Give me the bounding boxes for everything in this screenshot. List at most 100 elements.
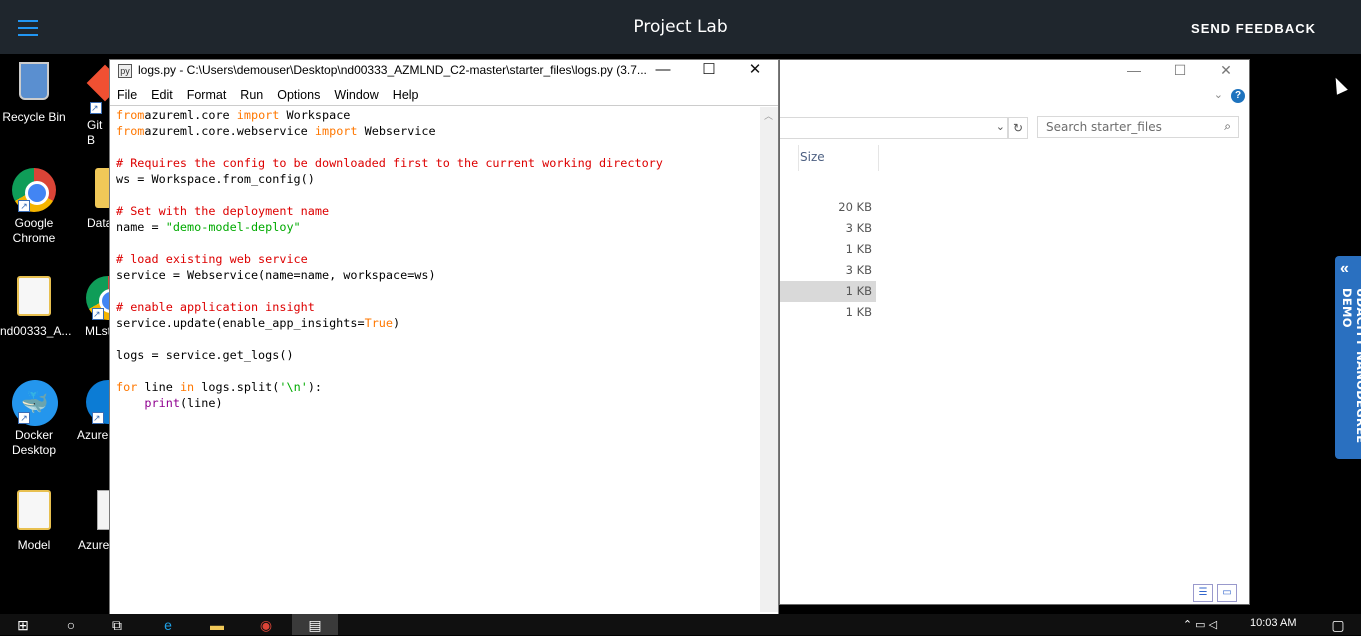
chrome-taskbar-icon[interactable]: ◉ [243, 614, 289, 635]
menu-help[interactable]: Help [386, 84, 426, 105]
code-line[interactable]: ws = Workspace.from_config() [116, 171, 760, 187]
code-token: service.update(enable_app_insights= [116, 316, 365, 330]
desktop-icon-git-bash[interactable]: ↗ Git B [70, 62, 110, 148]
desktop-icon-label: Docker Desktop [11, 428, 57, 457]
menu-format[interactable]: Format [180, 84, 234, 105]
file-size-cell[interactable]: 3 KB [780, 218, 876, 239]
close-button[interactable]: ✕ [1203, 60, 1249, 82]
docker-icon: 🐳 ↗ [12, 380, 58, 426]
explorer-window-controls: — ☐ ✕ [1111, 60, 1249, 82]
menu-edit[interactable]: Edit [144, 84, 180, 105]
address-bar[interactable]: ⌄ [780, 117, 1008, 139]
code-token: (line) [179, 396, 223, 410]
code-line[interactable]: service.update(enable_app_insights=True) [116, 315, 760, 331]
desktop-icon-label: Azure [78, 538, 110, 552]
code-line[interactable]: # Set with the deployment name [116, 203, 760, 219]
code-line[interactable] [116, 235, 760, 251]
file-explorer-icon[interactable]: ▬ [194, 614, 240, 635]
code-token: # Set with the deployment name [116, 204, 330, 218]
desktop-icon-label: Git B [87, 118, 103, 147]
desktop-icon-recycle-bin[interactable]: Recycle Bin [0, 62, 68, 125]
large-icons-view-icon[interactable]: ▭ [1217, 584, 1237, 602]
internet-explorer-icon[interactable]: e [145, 614, 191, 635]
code-line[interactable]: print(line) [116, 395, 760, 411]
chevron-down-icon[interactable]: ⌄ [996, 120, 1005, 133]
code-line[interactable]: logs = service.get_logs() [116, 347, 760, 363]
code-line[interactable] [116, 187, 760, 203]
desktop-icon-chrome[interactable]: ↗ Google Chrome [0, 168, 68, 246]
column-divider [798, 145, 799, 171]
code-line[interactable]: for line in logs.split('\n'): [116, 379, 760, 395]
code-line[interactable] [116, 283, 760, 299]
maximize-button[interactable]: ☐ [686, 60, 732, 82]
code-line[interactable]: service = Webservice(name=name, workspac… [116, 267, 760, 283]
desktop-icon-label: Recycle Bin [2, 110, 66, 124]
document-icon [90, 490, 110, 534]
help-icon[interactable]: ? [1231, 89, 1245, 103]
code-token: # enable application insight [116, 300, 315, 314]
chevron-down-icon[interactable]: ⌄ [1214, 88, 1223, 101]
desktop-icon-label: MLst [85, 324, 110, 338]
menu-file[interactable]: File [110, 84, 144, 105]
menu-options[interactable]: Options [270, 84, 327, 105]
desktop-icon-label: nd00333_A... [0, 324, 72, 338]
clock[interactable]: 10:03 AM [1250, 617, 1296, 629]
code-line[interactable]: fromazureml.core import Workspace [116, 107, 760, 123]
file-size-cell[interactable]: 20 KB [780, 197, 876, 218]
maximize-button[interactable]: ☐ [1157, 60, 1203, 82]
notifications-icon[interactable]: ▢ [1315, 614, 1361, 635]
code-token: service = Webservice(name=name, workspac… [116, 268, 436, 282]
task-view-icon[interactable]: ⧉ [94, 614, 140, 635]
window-title: logs.py - C:\Users\demouser\Desktop\nd00… [138, 63, 648, 77]
menu-window[interactable]: Window [327, 84, 385, 105]
desktop-icon-nd00333[interactable]: nd00333_A... [0, 276, 72, 339]
search-icon: ⌕ [1224, 119, 1231, 133]
code-token: logs = service.get_logs() [116, 348, 294, 362]
code-line[interactable] [116, 139, 760, 155]
page-title: Project Lab [633, 17, 728, 37]
desktop-icon-data[interactable]: Data [70, 168, 110, 231]
vertical-scrollbar[interactable]: ︿ [760, 107, 778, 612]
scroll-up-icon[interactable]: ︿ [764, 109, 773, 122]
udacity-label: UDACITY NANODEGREE DEMO [1340, 288, 1361, 444]
code-line[interactable] [116, 331, 760, 347]
code-line[interactable]: # enable application insight [116, 299, 760, 315]
search-icon[interactable]: ○ [48, 614, 94, 635]
start-button[interactable]: ⊞ [0, 614, 46, 635]
file-size-cell-selected[interactable]: 1 KB [780, 281, 876, 302]
minimize-button[interactable]: — [1111, 60, 1157, 82]
code-line[interactable]: # Requires the config to be downloaded f… [116, 155, 760, 171]
desktop-icon-model[interactable]: Model [0, 490, 68, 553]
idle-taskbar-icon[interactable]: ▤ [292, 614, 338, 635]
code-token: ) [393, 316, 401, 330]
refresh-button[interactable]: ↻ [1008, 117, 1028, 139]
desktop-icon-azure-doc[interactable]: Azure [70, 490, 110, 553]
code-line[interactable]: name = "demo-model-deploy" [116, 219, 760, 235]
system-tray-icons[interactable]: ⌃ ▭ ◁ [1160, 614, 1240, 635]
desktop-icon-label: Azure [77, 428, 109, 442]
desktop-icon-docker[interactable]: 🐳 ↗ Docker Desktop [0, 380, 68, 458]
code-token: from [116, 108, 145, 122]
code-line[interactable] [116, 363, 760, 379]
menu-run[interactable]: Run [233, 84, 270, 105]
desktop-icon-mlstudio[interactable]: ↗ MLst [70, 276, 110, 339]
file-size-cell[interactable]: 1 KB [780, 302, 876, 323]
code-token: line [137, 380, 180, 394]
close-button[interactable]: ✕ [732, 60, 778, 82]
size-column-header[interactable]: Size [800, 150, 825, 164]
code-token: # Requires the config to be downloaded f… [116, 156, 663, 170]
idle-title-bar[interactable]: py logs.py - C:\Users\demouser\Desktop\n… [110, 60, 778, 82]
udacity-demo-tab[interactable]: « UDACITY NANODEGREE DEMO [1335, 256, 1361, 459]
double-chevron-left-icon: « [1340, 260, 1349, 277]
desktop-icon-azure-edge[interactable]: ↗ Azure [70, 380, 110, 443]
code-editor[interactable]: fromazureml.core import Workspace fromazu… [110, 107, 760, 612]
details-view-icon[interactable]: ☰ [1193, 584, 1213, 602]
code-line[interactable]: fromazureml.core.webservice import Webse… [116, 123, 760, 139]
search-input[interactable]: Search starter_files ⌕ [1037, 116, 1239, 138]
send-feedback-button[interactable]: SEND FEEDBACK [1191, 21, 1316, 36]
file-size-cell[interactable]: 3 KB [780, 260, 876, 281]
minimize-button[interactable]: — [640, 60, 686, 82]
code-line[interactable]: # load existing web service [116, 251, 760, 267]
desktop-icon-label: Data [87, 216, 110, 230]
file-size-cell[interactable]: 1 KB [780, 239, 876, 260]
